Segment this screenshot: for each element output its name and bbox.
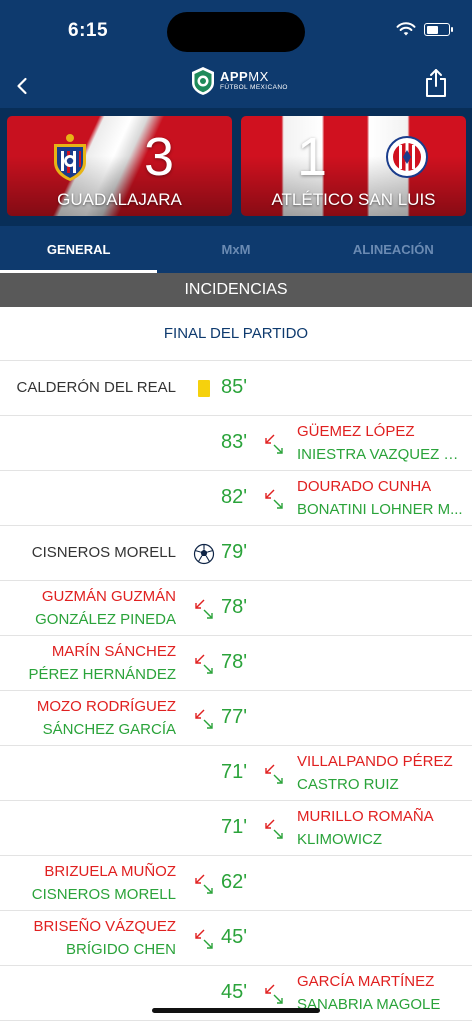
logo-mx: MX bbox=[248, 69, 269, 85]
player-in: BRIZUELA MUÑOZ bbox=[44, 863, 176, 880]
event-row: CALDERÓN DEL REAL 85' bbox=[0, 361, 472, 416]
event-minute: 85' bbox=[221, 376, 248, 398]
yellow-card-icon bbox=[193, 377, 215, 401]
event-row: BRISEÑO VÁZQUEZ BRÍGIDO CHEN 45' bbox=[0, 911, 472, 966]
substitution-icon bbox=[195, 654, 213, 674]
event-minute: 83' bbox=[221, 431, 248, 453]
share-button[interactable] bbox=[424, 68, 448, 98]
event-row: BRIZUELA MUÑOZ CISNEROS MORELL 62' bbox=[0, 856, 472, 911]
tab-mxm[interactable]: MxM bbox=[157, 226, 314, 273]
event-minute: 82' bbox=[221, 486, 248, 508]
substitution-icon bbox=[265, 489, 283, 509]
event-row: MOZO RODRÍGUEZ SÁNCHEZ GARCÍA 77' bbox=[0, 691, 472, 746]
substitution-icon bbox=[195, 929, 213, 949]
player-out: KLIMOWICZ bbox=[297, 831, 382, 848]
substitution-icon bbox=[195, 599, 213, 619]
status-time: 6:15 bbox=[68, 20, 109, 41]
event-row: CISNEROS MORELL 79' bbox=[0, 526, 472, 581]
substitution-icon bbox=[265, 984, 283, 1004]
events-list: CALDERÓN DEL REAL 85' 83' GÜEMEZ LÓPEZ I… bbox=[0, 361, 472, 1021]
away-team-card[interactable]: 1 ATLÉTICO SAN LUIS bbox=[241, 116, 466, 216]
player-out: PÉREZ HERNÁNDEZ bbox=[28, 666, 176, 683]
player-out: GONZÁLEZ PINEDA bbox=[35, 611, 176, 628]
chevron-left-icon bbox=[17, 77, 27, 95]
event-player: CALDERÓN DEL REAL bbox=[16, 379, 177, 396]
player-in: BRISEÑO VÁZQUEZ bbox=[33, 918, 176, 935]
event-row: MARÍN SÁNCHEZ PÉREZ HERNÁNDEZ 78' bbox=[0, 636, 472, 691]
soccer-ball-icon bbox=[193, 543, 215, 565]
player-in: GÜEMEZ LÓPEZ bbox=[297, 423, 415, 440]
event-minute: 77' bbox=[221, 706, 248, 728]
scoreboard: 3 GUADALAJARA 1 ATLÉTICO SAN LUIS bbox=[0, 108, 472, 226]
substitution-icon bbox=[265, 764, 283, 784]
atletico-san-luis-crest-icon bbox=[386, 136, 428, 178]
back-button[interactable] bbox=[10, 72, 34, 100]
event-minute: 78' bbox=[221, 651, 248, 673]
event-minute: 62' bbox=[221, 871, 248, 893]
section-header: INCIDENCIAS bbox=[0, 273, 472, 307]
player-in: DOURADO CUNHA bbox=[297, 478, 432, 495]
player-out: INIESTRA VAZQUEZ M... bbox=[297, 446, 465, 463]
substitution-icon bbox=[195, 874, 213, 894]
home-score: 3 bbox=[144, 127, 175, 187]
event-row: 83' GÜEMEZ LÓPEZ INIESTRA VAZQUEZ M... bbox=[0, 416, 472, 471]
event-minute: 45' bbox=[221, 981, 248, 1003]
home-indicator[interactable] bbox=[152, 1008, 320, 1013]
event-minute: 71' bbox=[221, 816, 248, 838]
player-out: BRÍGIDO CHEN bbox=[65, 941, 176, 958]
substitution-icon bbox=[195, 709, 213, 729]
event-minute: 71' bbox=[221, 761, 248, 783]
top-bar: 6:15 APPMX FÚTBOL MEXICANO bbox=[0, 0, 472, 108]
event-row: GUZMÁN GUZMÁN GONZÁLEZ PINEDA 78' bbox=[0, 581, 472, 636]
wifi-icon bbox=[396, 22, 416, 36]
away-team-name: ATLÉTICO SAN LUIS bbox=[271, 190, 436, 209]
event-row: 71' VILLALPANDO PÉREZ CASTRO RUIZ bbox=[0, 746, 472, 801]
event-row: 71' MURILLO ROMAÑA KLIMOWICZ bbox=[0, 801, 472, 856]
status-icons bbox=[396, 22, 453, 37]
home-team-name: GUADALAJARA bbox=[57, 190, 182, 209]
player-in: GUZMÁN GUZMÁN bbox=[41, 588, 176, 605]
app-logo: APPMX FÚTBOL MEXICANO bbox=[190, 66, 288, 96]
dynamic-island bbox=[167, 12, 305, 52]
match-status: FINAL DEL PARTIDO bbox=[0, 307, 472, 361]
player-in: VILLALPANDO PÉREZ bbox=[297, 753, 453, 770]
logo-app: APP bbox=[220, 69, 249, 85]
tab-general[interactable]: GENERAL bbox=[0, 226, 158, 273]
battery-icon bbox=[424, 23, 453, 36]
share-icon bbox=[426, 69, 446, 97]
player-out: CASTRO RUIZ bbox=[297, 776, 399, 793]
event-minute: 45' bbox=[221, 926, 248, 948]
logo-subtitle: FÚTBOL MEXICANO bbox=[220, 84, 288, 92]
home-team-card[interactable]: 3 GUADALAJARA bbox=[7, 116, 232, 216]
event-minute: 79' bbox=[221, 541, 248, 563]
player-in: MARÍN SÁNCHEZ bbox=[51, 643, 176, 660]
player-out: BONATINI LOHNER M... bbox=[297, 501, 463, 518]
substitution-icon bbox=[265, 434, 283, 454]
player-in: MURILLO ROMAÑA bbox=[297, 808, 434, 825]
player-in: MOZO RODRÍGUEZ bbox=[36, 698, 176, 715]
event-minute: 78' bbox=[221, 596, 248, 618]
substitution-icon bbox=[265, 819, 283, 839]
app-badge-icon bbox=[192, 67, 214, 95]
player-out: CISNEROS MORELL bbox=[31, 886, 176, 903]
tab-bar: GENERAL MxM ALINEACIÓN bbox=[0, 226, 472, 273]
event-row: 82' DOURADO CUNHA BONATINI LOHNER M... bbox=[0, 471, 472, 526]
tab-alineacion[interactable]: ALINEACIÓN bbox=[315, 226, 472, 273]
event-player: CISNEROS MORELL bbox=[31, 544, 176, 561]
player-out: SÁNCHEZ GARCÍA bbox=[42, 721, 176, 738]
guadalajara-crest-icon bbox=[54, 134, 86, 181]
player-in: GARCÍA MARTÍNEZ bbox=[297, 973, 435, 990]
away-score: 1 bbox=[297, 127, 328, 187]
